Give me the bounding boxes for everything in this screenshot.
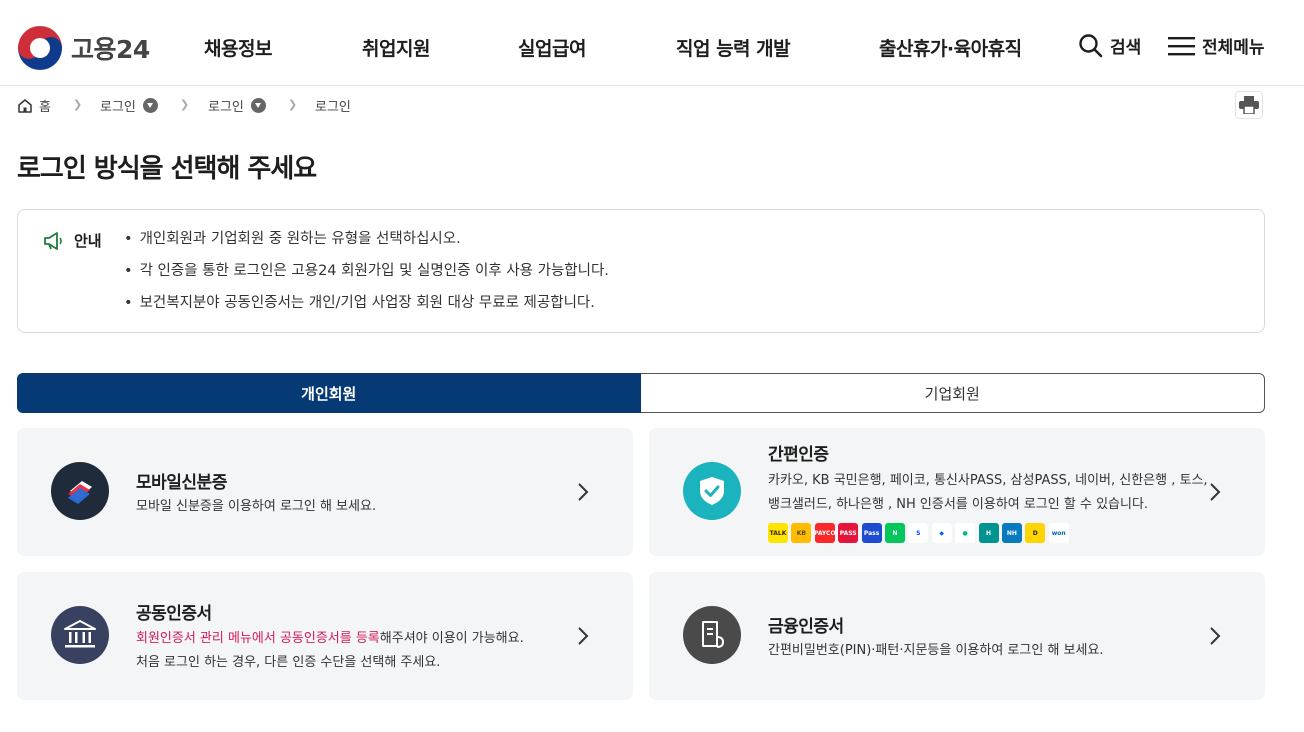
joint-certificate-login-card[interactable]: 공동인증서 회원인증서 관리 메뉴에서 공동인증서를 등록해주셔야 이용이 가능… (17, 572, 633, 700)
home-icon (18, 98, 32, 113)
chevron-right-icon: ❯ (73, 98, 83, 111)
breadcrumb-home[interactable]: 홈 (17, 96, 51, 115)
mobile-id-login-card[interactable]: 모바일신분증 모바일 신분증을 이용하여 로그인 해 보세요. (17, 428, 633, 556)
breadcrumb-item-label: 로그인 (100, 100, 136, 115)
card-desc: 간편비밀번호(PIN)·패턴·지문등을 이용하여 로그인 해 보세요. (768, 643, 1104, 658)
card-desc: 회원인증서 관리 메뉴에서 공동인증서를 등록해주셔야 이용이 가능해요. (136, 627, 524, 651)
search-label: 검색 (1110, 38, 1142, 58)
notice-item: 각 인증을 통한 로그인은 고용24 회원가입 및 실명인증 이후 사용 가능합… (124, 260, 609, 292)
hana-logo-icon: H (978, 523, 999, 543)
certificate-document-icon (683, 606, 741, 664)
nav-item-unemployment-benefit[interactable]: 실업급여 (518, 34, 586, 61)
highlight-text: 회원인증서 관리 메뉴에서 공동인증서를 등록 (136, 631, 380, 646)
card-desc: 처음 로그인 하는 경우, 다른 인증 수단을 선택해 주세요. (136, 655, 441, 670)
pass-logo-icon: PASS (838, 523, 859, 543)
breadcrumb-item-label: 로그인 (208, 100, 244, 115)
card-desc-rest: 해주셔야 이용이 가능해요. (379, 631, 524, 646)
auth-provider-logos: TALK KB PAYCO PASS Pass N S ◆ ● H NH Dwon (768, 523, 1072, 543)
chevron-right-icon (1210, 483, 1221, 501)
simple-auth-login-card[interactable]: 간편인증 카카오, KB 국민은행, 페이코, 통신사PASS, 삼성PASS,… (649, 428, 1265, 556)
shinhan-logo-icon: S (908, 523, 929, 543)
card-title: 금융인증서 (768, 617, 844, 637)
mobile-id-icon (51, 462, 109, 520)
breadcrumb-item[interactable]: 로그인 (100, 96, 158, 115)
card-title: 공동인증서 (136, 604, 212, 624)
nav-item-parental-leave[interactable]: 출산휴가·육아휴직 (879, 34, 1022, 61)
member-type-tabs: 개인회원 기업회원 (17, 373, 1265, 413)
chevron-right-icon (1210, 627, 1221, 645)
chevron-right-icon (578, 627, 589, 645)
kb-logo-icon: KB (791, 523, 812, 543)
kakao-logo-icon: TALK (768, 523, 788, 543)
nav-item-employment-support[interactable]: 취업지원 (362, 34, 430, 61)
breadcrumb-home-label: 홈 (39, 100, 51, 115)
breadcrumb-current: 로그인 (315, 96, 351, 115)
notice-item: 보건복지분야 공동인증서는 개인/기업 사업장 회원 대상 무료로 제공합니다. (124, 292, 609, 324)
page-title: 로그인 방식을 선택해 주세요 (17, 154, 317, 184)
print-button[interactable] (1235, 91, 1263, 119)
search-icon (1079, 34, 1103, 58)
notice-box: 안내 개인회원과 기업회원 중 원하는 유형을 선택하십시오. 각 인증을 통한… (17, 209, 1265, 333)
shield-check-icon (683, 462, 741, 520)
toss-logo-icon: ◆ (931, 523, 952, 543)
dropdown-toggle-icon[interactable] (250, 98, 266, 113)
dropdown-toggle-icon[interactable] (142, 98, 158, 113)
notice-header: 안내 (43, 230, 102, 251)
nav-item-skill-development[interactable]: 직업 능력 개발 (676, 34, 791, 61)
tab-individual-member[interactable]: 개인회원 (17, 373, 641, 413)
chevron-right-icon: ❯ (288, 98, 298, 111)
all-menu-label: 전체메뉴 (1202, 38, 1265, 58)
payco-logo-icon: PAYCO (814, 523, 835, 543)
naver-logo-icon: N (884, 523, 905, 543)
megaphone-icon (44, 231, 62, 250)
nh-logo-icon: NH (1001, 523, 1022, 543)
search-button[interactable]: 검색 (1078, 33, 1141, 58)
notice-list: 개인회원과 기업회원 중 원하는 유형을 선택하십시오. 각 인증을 통한 로그… (124, 228, 609, 324)
all-menu-button[interactable]: 전체메뉴 (1168, 33, 1265, 58)
chevron-right-icon (578, 483, 589, 501)
card-title: 간편인증 (768, 445, 829, 465)
finance-certificate-login-card[interactable]: 금융인증서 간편비밀번호(PIN)·패턴·지문등을 이용하여 로그인 해 보세요… (649, 572, 1265, 700)
card-desc: 뱅크샐러드, 하나은행 , NH 인증서를 이용하여 로그인 할 수 있습니다. (768, 497, 1149, 512)
site-header: 고용24 채용정보 취업지원 실업급여 직업 능력 개발 출산휴가·육아휴직 검… (0, 0, 1304, 86)
breadcrumb-current-label: 로그인 (315, 100, 351, 115)
nav-item-jobs[interactable]: 채용정보 (204, 34, 272, 61)
card-desc: 카카오, KB 국민은행, 페이코, 통신사PASS, 삼성PASS, 네이버,… (768, 473, 1208, 488)
hamburger-menu-icon (1168, 36, 1195, 55)
woori-logo-icon: won (1048, 523, 1069, 543)
tab-corporate-member[interactable]: 기업회원 (640, 373, 1265, 413)
banksalad-logo-icon: ● (955, 523, 976, 543)
samsung-pass-logo-icon: Pass (861, 523, 882, 543)
breadcrumb-item[interactable]: 로그인 (208, 96, 266, 115)
notice-item: 개인회원과 기업회원 중 원하는 유형을 선택하십시오. (124, 228, 609, 260)
bank-building-icon (51, 606, 109, 664)
printer-icon (1239, 96, 1259, 114)
card-title: 모바일신분증 (136, 473, 227, 493)
chevron-right-icon: ❯ (180, 98, 190, 111)
card-desc: 모바일 신분증을 이용하여 로그인 해 보세요. (136, 499, 377, 514)
notice-label: 안내 (74, 232, 102, 250)
d-cert-logo-icon: D (1025, 523, 1046, 543)
